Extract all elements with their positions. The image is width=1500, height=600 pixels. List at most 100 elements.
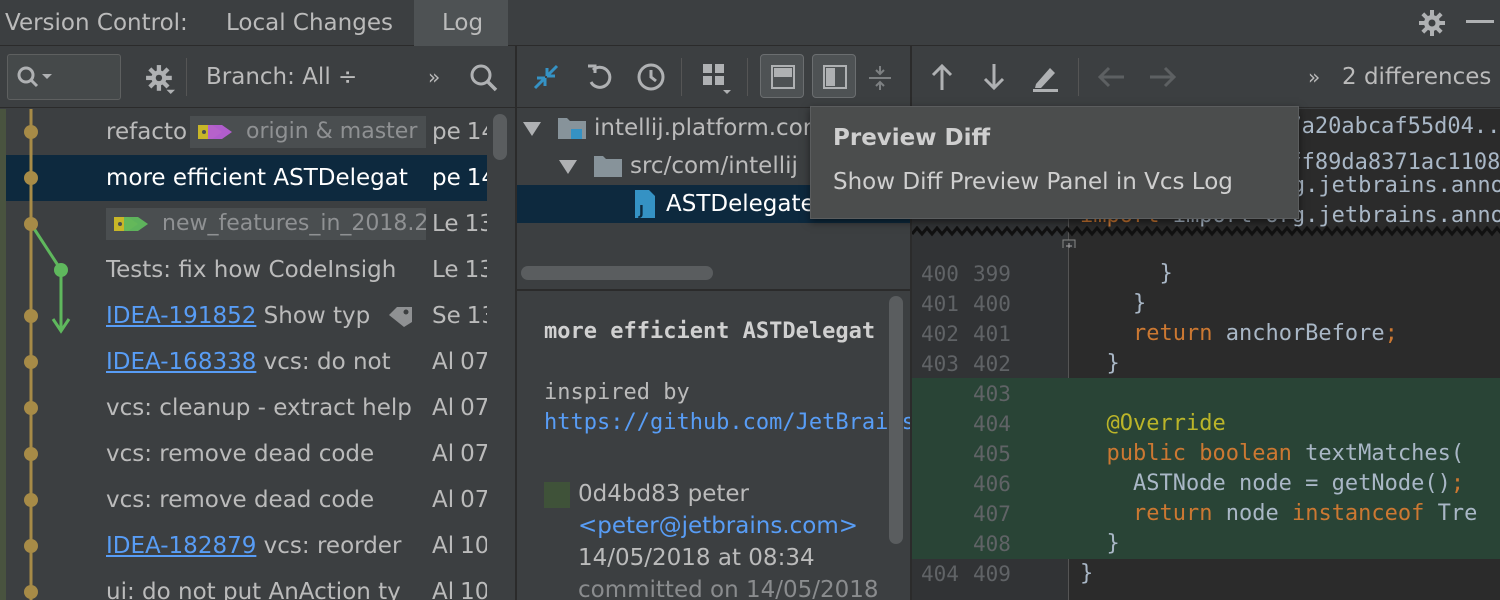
commit-list[interactable]: refactoorigin & masterpe14 more efficient… (0, 109, 487, 600)
tag-icon (114, 217, 148, 231)
log-toolbar: Branch: All ÷ » (0, 46, 515, 108)
issue-link[interactable]: IDEA-182879 (106, 533, 256, 559)
avatar (544, 482, 570, 508)
commit-subject: more efficient ASTDelegat (544, 319, 876, 344)
collapse-unchanged-icon[interactable] (867, 64, 893, 92)
commit-author-date: Al 10 (432, 579, 487, 600)
committed-date: committed on 14/05/2018 (578, 577, 879, 600)
tree-horizontal-scroll-thumb[interactable] (521, 266, 713, 280)
line-number-right: 407 (973, 502, 1011, 526)
commit-author-date: Le 13 (432, 257, 487, 283)
differences-count: 2 differences (1342, 64, 1492, 90)
previous-difference-arrow-up-icon[interactable] (929, 62, 955, 92)
expanded-arrow-icon[interactable] (523, 121, 541, 137)
tag-icon (388, 306, 414, 328)
search-input[interactable] (7, 54, 121, 100)
line-number-right: 401 (973, 322, 1011, 346)
line-number-left: 403 (921, 352, 959, 376)
commit-author-date: Al 07 (432, 395, 487, 421)
filter-settings-gear-icon[interactable] (145, 64, 175, 94)
expand-collapse-arrows-icon[interactable] (531, 62, 561, 92)
commit-body-text: inspired by (544, 380, 690, 405)
code-line: ASTNode node = getNode(); (1132, 471, 1465, 496)
commit-list-scrollbar[interactable] (487, 109, 515, 600)
forward-arrow-right-icon[interactable] (1148, 63, 1178, 91)
issue-link[interactable]: IDEA-191852 (106, 303, 256, 329)
code-line: } (1106, 531, 1120, 556)
code-line: } (1159, 261, 1173, 286)
collapsed-fold-zigzag[interactable] (912, 226, 1500, 248)
more-actions-chevron-icon[interactable]: » (1308, 46, 1320, 108)
code-line: } (1106, 351, 1120, 376)
revert-icon[interactable] (585, 62, 615, 92)
find-search-icon[interactable] (469, 63, 499, 93)
line-number-right: 399 (973, 262, 1011, 286)
code-line: public boolean textMatches( (1106, 441, 1465, 466)
commit-message: Tests: fix how CodeInsigh (106, 257, 397, 283)
commit-author-date: Al 07 (432, 349, 487, 375)
panel-title: Version Control: (5, 10, 188, 36)
title-bar: Version Control: Local Changes Log (0, 0, 1500, 46)
tooltip-description: Show Diff Preview Panel in Vcs Log (833, 169, 1233, 195)
author-email-link[interactable]: <peter@jetbrains.com> (578, 513, 858, 539)
toolbar-separator (186, 58, 187, 96)
commit-author-date: Al 07 (432, 487, 487, 513)
commit-list-scroll-thumb[interactable] (493, 114, 507, 160)
next-difference-arrow-down-icon[interactable] (981, 62, 1007, 92)
tooltip-title: Preview Diff (833, 125, 991, 151)
minimize-icon[interactable] (1466, 20, 1494, 26)
line-number-right: 402 (973, 352, 1011, 376)
expanded-arrow-icon[interactable] (559, 159, 577, 175)
group-by-grid-icon[interactable] (701, 62, 733, 96)
details-scroll-thumb[interactable] (889, 296, 903, 544)
settings-gear-icon[interactable] (1418, 9, 1446, 37)
toolbar-separator (747, 58, 748, 96)
toolbar-separator (681, 58, 682, 96)
branch-label: origin & master (190, 116, 426, 148)
line-number-left: 404 (921, 562, 959, 586)
branch-filter[interactable]: Branch: All ÷ (206, 46, 357, 108)
commit-author-date: Al 10 (432, 533, 487, 559)
more-filters-chevron-icon[interactable]: » (428, 46, 440, 108)
split-vertical-icon (823, 65, 847, 89)
line-number-left: 402 (921, 322, 959, 346)
commit-message: more efficient ASTDelegat (106, 165, 408, 191)
commit-author-date: Al 07 (432, 441, 487, 467)
preview-diff-toggle[interactable] (812, 54, 856, 98)
line-number-right: 408 (973, 532, 1011, 556)
branch-label: new_features_in_2018.2 (106, 208, 426, 240)
tab-local-changes[interactable]: Local Changes (226, 0, 393, 46)
edit-pencil-icon[interactable] (1030, 62, 1060, 92)
toolbar-separator (1078, 58, 1079, 96)
commit-message: IDEA-168338 vcs: do not (106, 349, 391, 375)
line-number-right: 400 (973, 292, 1011, 316)
line-number-right: 404 (973, 412, 1011, 436)
commit-details-panel: more efficient ASTDelegat inspired by ht… (517, 291, 910, 600)
code-line: } (1132, 291, 1147, 316)
commit-message: vcs: remove dead code (106, 441, 375, 467)
back-arrow-left-icon[interactable] (1096, 63, 1126, 91)
history-clock-icon[interactable] (636, 62, 666, 92)
commit-hash-author: 0d4bd83 peter (578, 481, 750, 507)
layout-horizontal-toggle[interactable] (760, 54, 804, 98)
graph-edge-stripe (0, 109, 6, 600)
code-line: return anchorBefore; (1132, 321, 1398, 346)
commit-message: IDEA-182879 vcs: reorder (106, 533, 402, 559)
commit-body-link[interactable]: https://github.com/JetBrains (544, 410, 910, 435)
tag-icon (198, 125, 232, 139)
issue-link[interactable]: IDEA-168338 (106, 349, 256, 375)
commit-message: vcs: remove dead code (106, 487, 375, 513)
commit-author-date: pe14 (432, 165, 487, 191)
tab-log[interactable]: Log (442, 0, 483, 46)
diff-code-lines[interactable]: 400 399 } 401 400 } 402 401 return anchorBefo… (912, 259, 1500, 600)
commit-message: refacto (106, 119, 188, 145)
commit-message: ui: do not put AnAction ty (106, 579, 401, 600)
authored-date: 14/05/2018 at 08:34 (578, 545, 815, 571)
code-line: @Override (1106, 411, 1226, 436)
code-line: return node instanceof Tre (1132, 501, 1478, 526)
commit-author-date: Le 13 (432, 211, 487, 237)
search-icon (16, 65, 56, 89)
line-number-left: 400 (921, 262, 959, 286)
line-number-right: 409 (973, 562, 1011, 586)
